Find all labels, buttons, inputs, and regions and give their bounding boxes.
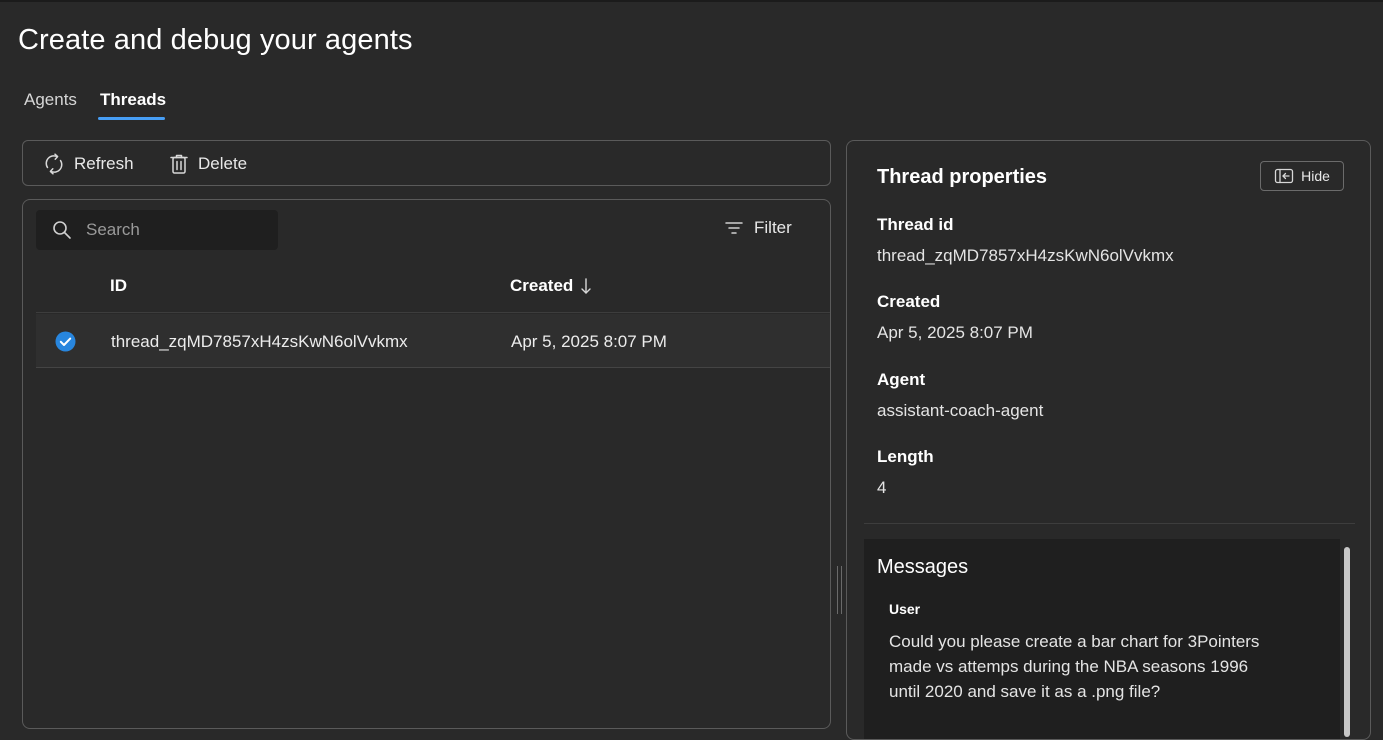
agent-label: Agent [877, 370, 926, 389]
thread-id-value: thread_zqMD7857xH4zsKwN6olVvkmx [877, 246, 1174, 265]
length-value: 4 [877, 478, 887, 497]
message-text: Could you please create a bar chart for … [889, 632, 1260, 701]
column-header-created[interactable]: Created [510, 276, 592, 296]
tab-agents[interactable]: Agents [24, 90, 77, 110]
refresh-icon [45, 153, 63, 175]
cell-thread-id: thread_zqMD7857xH4zsKwN6olVvkmx [111, 332, 408, 351]
thread-id-label: Thread id [877, 215, 954, 234]
refresh-label: Refresh [74, 154, 134, 173]
search-input[interactable] [86, 220, 256, 240]
search-icon [52, 220, 72, 240]
created-value: Apr 5, 2025 8:07 PM [877, 323, 1033, 342]
column-header-created-label: Created [510, 276, 574, 295]
hide-label: Hide [1301, 168, 1330, 184]
messages-title: Messages [877, 556, 969, 578]
length-label: Length [877, 447, 934, 466]
table-row[interactable]: thread_zqMD7857xH4zsKwN6olVvkmx Apr 5, 2… [36, 314, 830, 368]
search-box[interactable] [36, 210, 278, 250]
properties-divider [864, 523, 1355, 524]
selected-tab-indicator [98, 117, 165, 120]
properties-title: Thread properties [877, 166, 1048, 188]
filter-label: Filter [754, 218, 792, 237]
delete-button[interactable]: Delete [169, 150, 247, 178]
agent-value: assistant-coach-agent [877, 401, 1044, 420]
delete-label: Delete [198, 154, 248, 173]
trash-icon [170, 154, 188, 174]
threads-list-panel: Filter ID Created thread_zqMD7857xH4zsKw… [22, 199, 831, 729]
arrow-down-icon [581, 278, 592, 294]
panel-collapse-icon [1274, 168, 1294, 184]
panel-resize-handle[interactable] [836, 566, 843, 614]
messages-section: Messages User Could you please create a … [864, 539, 1340, 739]
filter-button[interactable]: Filter [724, 218, 792, 238]
refresh-button[interactable]: Refresh [43, 150, 134, 178]
top-border [0, 0, 1383, 2]
hide-button[interactable]: Hide [1260, 161, 1344, 191]
cell-created: Apr 5, 2025 8:07 PM [511, 332, 667, 351]
checkmark-circle-icon[interactable] [55, 331, 76, 357]
tab-threads[interactable]: Threads [100, 90, 166, 110]
created-label: Created [877, 292, 941, 311]
page-title: Create and debug your agents [18, 24, 413, 56]
filter-icon [725, 222, 743, 234]
messages-scrollbar[interactable] [1344, 547, 1350, 737]
toolbar: Refresh Delete [22, 140, 831, 186]
header-divider [36, 312, 830, 313]
message-role: User [889, 601, 921, 617]
column-header-id[interactable]: ID [110, 276, 127, 296]
thread-properties-panel: Thread properties Hide Thread id thread_… [846, 140, 1371, 740]
